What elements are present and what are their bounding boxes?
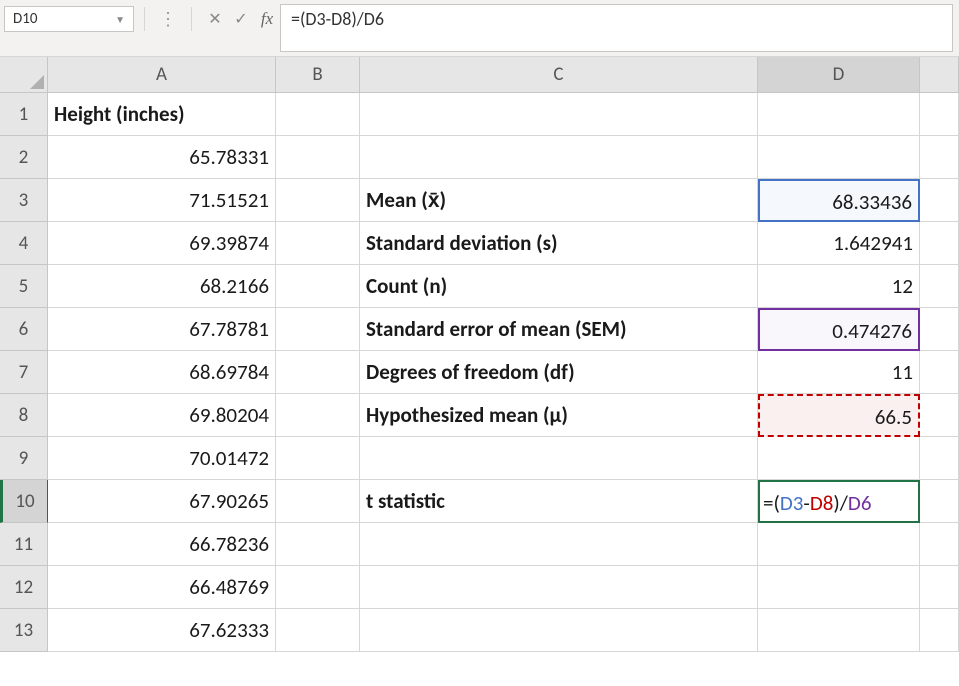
cell-C9[interactable] [360, 437, 758, 480]
cell-D7[interactable]: 11 [758, 351, 920, 394]
cell-E2[interactable] [920, 136, 959, 179]
row-header-13[interactable]: 13 [0, 609, 48, 652]
cell-C4[interactable]: Standard deviation (s) [360, 222, 758, 265]
cell-A5[interactable]: 68.2166 [48, 265, 276, 308]
row-header-9[interactable]: 9 [0, 437, 48, 480]
col-header-E[interactable] [920, 57, 959, 93]
cell-B10[interactable] [276, 480, 360, 523]
cell-B11[interactable] [276, 523, 360, 566]
edit-formula: =(D3-D8)/D6 [763, 482, 871, 525]
col-header-B[interactable]: B [276, 57, 360, 93]
cell-C8[interactable]: Hypothesized mean (µ) [360, 394, 758, 437]
cell-E1[interactable] [920, 93, 959, 136]
cell-D1[interactable] [758, 93, 920, 136]
cell-A10[interactable]: 67.90265 [48, 480, 276, 523]
cell-D4[interactable]: 1.642941 [758, 222, 920, 265]
col-header-D[interactable]: D [758, 57, 920, 93]
cell-B1[interactable] [276, 93, 360, 136]
row-header-8[interactable]: 8 [0, 394, 48, 437]
cell-D5[interactable]: 12 [758, 265, 920, 308]
cell-A6[interactable]: 67.78781 [48, 308, 276, 351]
cell-E10[interactable] [920, 480, 959, 523]
cell-D10-editing[interactable]: =(D3-D8)/D6 [758, 480, 920, 523]
cell-B5[interactable] [276, 265, 360, 308]
cell-C10[interactable]: t statistic [360, 480, 758, 523]
row-header-7[interactable]: 7 [0, 351, 48, 394]
cell-D8[interactable]: 66.5 [758, 394, 920, 437]
cell-D6[interactable]: 0.474276 [758, 308, 920, 351]
formula-bar: D10 ▼ ⋮ ✕ ✓ fx =(D3-D8)/D6 [0, 0, 959, 57]
cell-E11[interactable] [920, 523, 959, 566]
cell-C1[interactable] [360, 93, 758, 136]
cell-A1[interactable]: Height (inches) [48, 93, 276, 136]
cancel-icon[interactable]: ✕ [202, 9, 228, 29]
cell-B7[interactable] [276, 351, 360, 394]
name-box[interactable]: D10 ▼ [4, 6, 134, 32]
cell-B3[interactable] [276, 179, 360, 222]
cell-E4[interactable] [920, 222, 959, 265]
cell-C5[interactable]: Count (n) [360, 265, 758, 308]
cell-D3[interactable]: 68.33436 [758, 179, 920, 222]
cell-E5[interactable] [920, 265, 959, 308]
spreadsheet-grid: A B C D 1 Height (inches) 2 65.78331 3 7… [0, 57, 959, 652]
row-header-5[interactable]: 5 [0, 265, 48, 308]
row-header-1[interactable]: 1 [0, 93, 48, 136]
cell-E12[interactable] [920, 566, 959, 609]
chevron-down-icon[interactable]: ▼ [115, 13, 125, 26]
col-header-A[interactable]: A [48, 57, 276, 93]
cell-D13[interactable] [758, 609, 920, 652]
cell-A11[interactable]: 66.78236 [48, 523, 276, 566]
cell-C11[interactable] [360, 523, 758, 566]
cell-B2[interactable] [276, 136, 360, 179]
cell-E9[interactable] [920, 437, 959, 480]
cell-C12[interactable] [360, 566, 758, 609]
formula-bar-left: D10 ▼ ⋮ ✕ ✓ fx [0, 4, 280, 32]
cell-B13[interactable] [276, 609, 360, 652]
cell-A8[interactable]: 69.80204 [48, 394, 276, 437]
col-header-C[interactable]: C [360, 57, 758, 93]
cell-C13[interactable] [360, 609, 758, 652]
row-header-6[interactable]: 6 [0, 308, 48, 351]
cell-D12[interactable] [758, 566, 920, 609]
formula-input[interactable]: =(D3-D8)/D6 [280, 4, 953, 52]
cell-C2[interactable] [360, 136, 758, 179]
cell-A12[interactable]: 66.48769 [48, 566, 276, 609]
cell-A4[interactable]: 69.39874 [48, 222, 276, 265]
cell-A13[interactable]: 67.62333 [48, 609, 276, 652]
row-header-10[interactable]: 10 [0, 480, 48, 523]
cell-A7[interactable]: 68.69784 [48, 351, 276, 394]
cell-D9[interactable] [758, 437, 920, 480]
cell-C6[interactable]: Standard error of mean (SEM) [360, 308, 758, 351]
cell-A3[interactable]: 71.51521 [48, 179, 276, 222]
cell-C3[interactable]: Mean (x̄) [360, 179, 758, 222]
row-header-2[interactable]: 2 [0, 136, 48, 179]
select-all-corner[interactable] [0, 57, 48, 93]
formula-text: =(D3-D8)/D6 [291, 8, 384, 30]
cell-E7[interactable] [920, 351, 959, 394]
divider [144, 7, 145, 31]
menu-dots-icon[interactable]: ⋮ [155, 8, 181, 30]
cell-B4[interactable] [276, 222, 360, 265]
cell-D2[interactable] [758, 136, 920, 179]
cell-C7[interactable]: Degrees of freedom (df) [360, 351, 758, 394]
cell-E3[interactable] [920, 179, 959, 222]
row-header-11[interactable]: 11 [0, 523, 48, 566]
row-header-4[interactable]: 4 [0, 222, 48, 265]
cell-B6[interactable] [276, 308, 360, 351]
cell-A2[interactable]: 65.78331 [48, 136, 276, 179]
row-header-3[interactable]: 3 [0, 179, 48, 222]
cell-B12[interactable] [276, 566, 360, 609]
fx-icon[interactable]: fx [254, 9, 280, 29]
cell-E8[interactable] [920, 394, 959, 437]
row-header-12[interactable]: 12 [0, 566, 48, 609]
name-box-value: D10 [13, 10, 37, 28]
cell-D11[interactable] [758, 523, 920, 566]
divider [191, 7, 192, 31]
cell-B8[interactable] [276, 394, 360, 437]
cell-E6[interactable] [920, 308, 959, 351]
cell-A9[interactable]: 70.01472 [48, 437, 276, 480]
cell-E13[interactable] [920, 609, 959, 652]
cell-B9[interactable] [276, 437, 360, 480]
enter-icon[interactable]: ✓ [228, 9, 254, 29]
